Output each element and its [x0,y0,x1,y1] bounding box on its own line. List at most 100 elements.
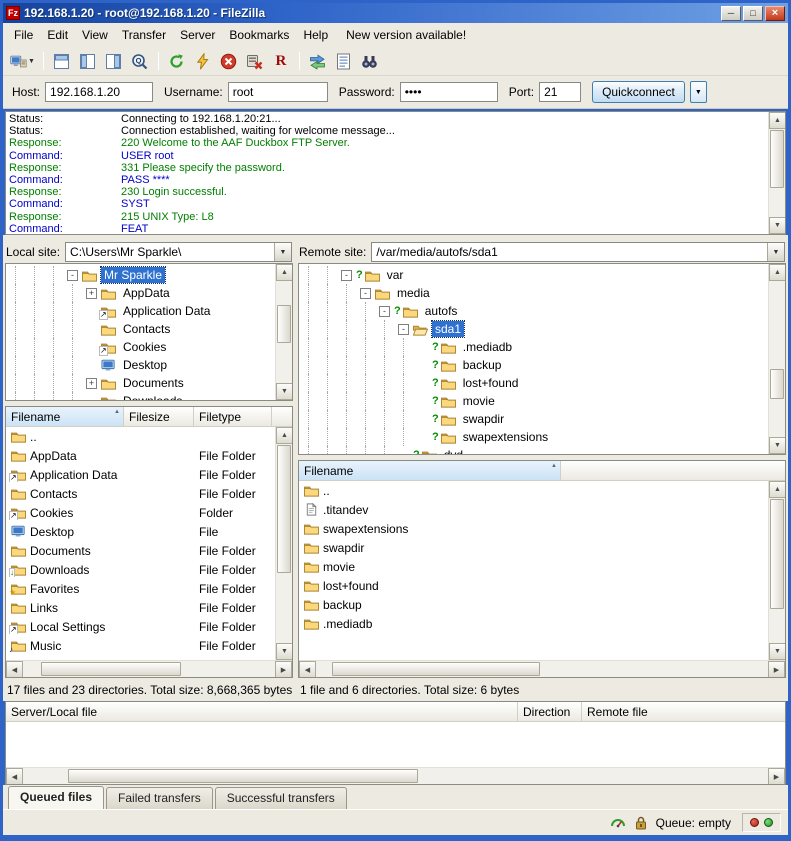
scroll-thumb[interactable] [770,130,784,188]
menu-new-version-notice[interactable]: New version available! [339,25,473,45]
scroll-right-icon[interactable]: ▶ [275,661,292,678]
chevron-down-icon[interactable]: ▼ [767,243,784,261]
scroll-track[interactable] [23,768,768,784]
queue-column-header-server-local-file[interactable]: Server/Local file [6,702,518,721]
cancel-button[interactable] [217,50,241,72]
remote-list-scrollbar[interactable]: ▲ ▼ [768,481,785,660]
local-file-row-local-settings[interactable]: ↗Local SettingsFile Folder [6,617,275,636]
tree-item-autofs[interactable]: -?autofs [299,302,768,320]
scroll-up-icon[interactable]: ▲ [769,481,785,498]
queue-column-header-direction[interactable]: Direction [518,702,582,721]
scroll-thumb[interactable] [41,662,181,676]
scroll-up-icon[interactable]: ▲ [769,264,786,281]
tree-item-swapextensions[interactable]: ?swapextensions [299,428,768,446]
remote-column-header-filename[interactable]: Filename▲ [299,461,561,480]
host-input[interactable] [45,82,153,102]
local-file-row-application-data[interactable]: ↗Application DataFile Folder [6,465,275,484]
remote-file-row-swapdir[interactable]: swapdir [299,538,768,557]
close-button[interactable]: × [765,6,785,21]
toggle-local-tree-button[interactable] [76,50,100,72]
local-file-row-favorites[interactable]: ★FavoritesFile Folder [6,579,275,598]
disconnect-button[interactable] [243,50,267,72]
site-manager-button[interactable]: ▼ [8,50,37,72]
reconnect-button[interactable]: R [269,50,293,72]
tab-queued-files[interactable]: Queued files [8,786,104,809]
scroll-down-icon[interactable]: ▼ [769,437,786,454]
scroll-right-icon[interactable]: ▶ [768,768,785,785]
scroll-left-icon[interactable]: ◀ [299,661,316,678]
local-file-row-documents[interactable]: DocumentsFile Folder [6,541,275,560]
tree-item-swapdir[interactable]: ?swapdir [299,410,768,428]
speed-limit-icon[interactable] [610,815,626,831]
scroll-right-icon[interactable]: ▶ [768,661,785,678]
remote-tree-scrollbar[interactable]: ▲ ▼ [768,264,785,454]
menu-view[interactable]: View [75,25,115,45]
local-file-row-cookies[interactable]: ↗CookiesFolder [6,503,275,522]
find-button[interactable] [358,50,382,72]
toggle-message-log-button[interactable] [50,50,74,72]
remote-file-row-up[interactable]: .. [299,481,768,500]
scroll-left-icon[interactable]: ◀ [6,661,23,678]
quickconnect-dropdown-button[interactable]: ▼ [690,81,707,103]
minimize-button[interactable]: ─ [721,6,741,21]
tree-item-mediadb[interactable]: ?.mediadb [299,338,768,356]
scroll-track[interactable] [769,129,785,217]
local-file-row-music[interactable]: ♪MusicFile Folder [6,636,275,655]
tree-item-desktop[interactable]: Desktop [6,356,275,374]
local-file-row-links[interactable]: LinksFile Folder [6,598,275,617]
scroll-track[interactable] [769,498,785,643]
toggle-queue-button[interactable]: Q [128,50,152,72]
local-column-header-filename[interactable]: Filename▲ [6,407,124,426]
remote-file-row-lost-found[interactable]: lost+found [299,576,768,595]
tree-item-media[interactable]: -media [299,284,768,302]
port-input[interactable] [539,82,581,102]
password-input[interactable] [400,82,498,102]
local-list-hscrollbar[interactable]: ◀ ▶ [6,660,292,677]
local-tree-scrollbar[interactable]: ▲ ▼ [275,264,292,400]
tree-item-dvd[interactable]: ?dvd [299,446,768,454]
quickconnect-button[interactable]: Quickconnect [592,81,685,103]
title-bar[interactable]: Fz 192.168.1.20 - root@192.168.1.20 - Fi… [3,3,788,23]
remote-file-row-backup[interactable]: backup [299,595,768,614]
username-input[interactable] [228,82,328,102]
local-file-row-desktop[interactable]: DesktopFile [6,522,275,541]
remote-file-row-movie[interactable]: movie [299,557,768,576]
log-scrollbar[interactable]: ▲ ▼ [768,112,785,234]
remote-file-row-titandev[interactable]: .titandev [299,500,768,519]
synchronized-browsing-button[interactable] [306,50,330,72]
scroll-up-icon[interactable]: ▲ [276,264,293,281]
tree-item-var[interactable]: -?var [299,266,768,284]
scroll-track[interactable] [276,444,292,643]
tree-item-sda1[interactable]: -sda1 [299,320,768,338]
scroll-track[interactable] [769,281,785,437]
tree-item-mr-sparkle[interactable]: -Mr Sparkle [6,266,275,284]
refresh-button[interactable] [165,50,189,72]
tree-item-downloads[interactable]: ↓Downloads [6,392,275,400]
tree-expander-icon[interactable]: - [341,270,352,281]
tree-item-application-data[interactable]: ↗Application Data [6,302,275,320]
tree-item-movie[interactable]: ?movie [299,392,768,410]
tab-successful-transfers[interactable]: Successful transfers [215,787,347,809]
remote-file-row-swapextensions[interactable]: swapextensions [299,519,768,538]
chevron-down-icon[interactable]: ▼ [274,243,291,261]
scroll-thumb[interactable] [770,369,784,399]
scroll-up-icon[interactable]: ▲ [769,112,786,129]
local-file-row-contacts[interactable]: ContactsFile Folder [6,484,275,503]
maximize-button[interactable]: □ [743,6,763,21]
local-file-row-downloads[interactable]: ↓DownloadsFile Folder [6,560,275,579]
menu-server[interactable]: Server [173,25,222,45]
menu-transfer[interactable]: Transfer [115,25,173,45]
tree-expander-icon[interactable]: + [86,288,97,299]
scroll-track[interactable] [276,281,292,383]
scroll-thumb[interactable] [770,499,784,609]
local-file-row-up[interactable]: .. [6,427,275,446]
tab-failed-transfers[interactable]: Failed transfers [106,787,213,809]
remote-list-hscrollbar[interactable]: ◀ ▶ [299,660,785,677]
process-queue-button[interactable] [191,50,215,72]
tree-expander-icon[interactable]: - [360,288,371,299]
tree-item-documents[interactable]: +Documents [6,374,275,392]
tree-item-appdata[interactable]: +AppData [6,284,275,302]
tree-expander-icon[interactable]: - [67,270,78,281]
queue-hscrollbar[interactable]: ◀ ▶ [6,767,785,784]
scroll-down-icon[interactable]: ▼ [276,643,292,660]
